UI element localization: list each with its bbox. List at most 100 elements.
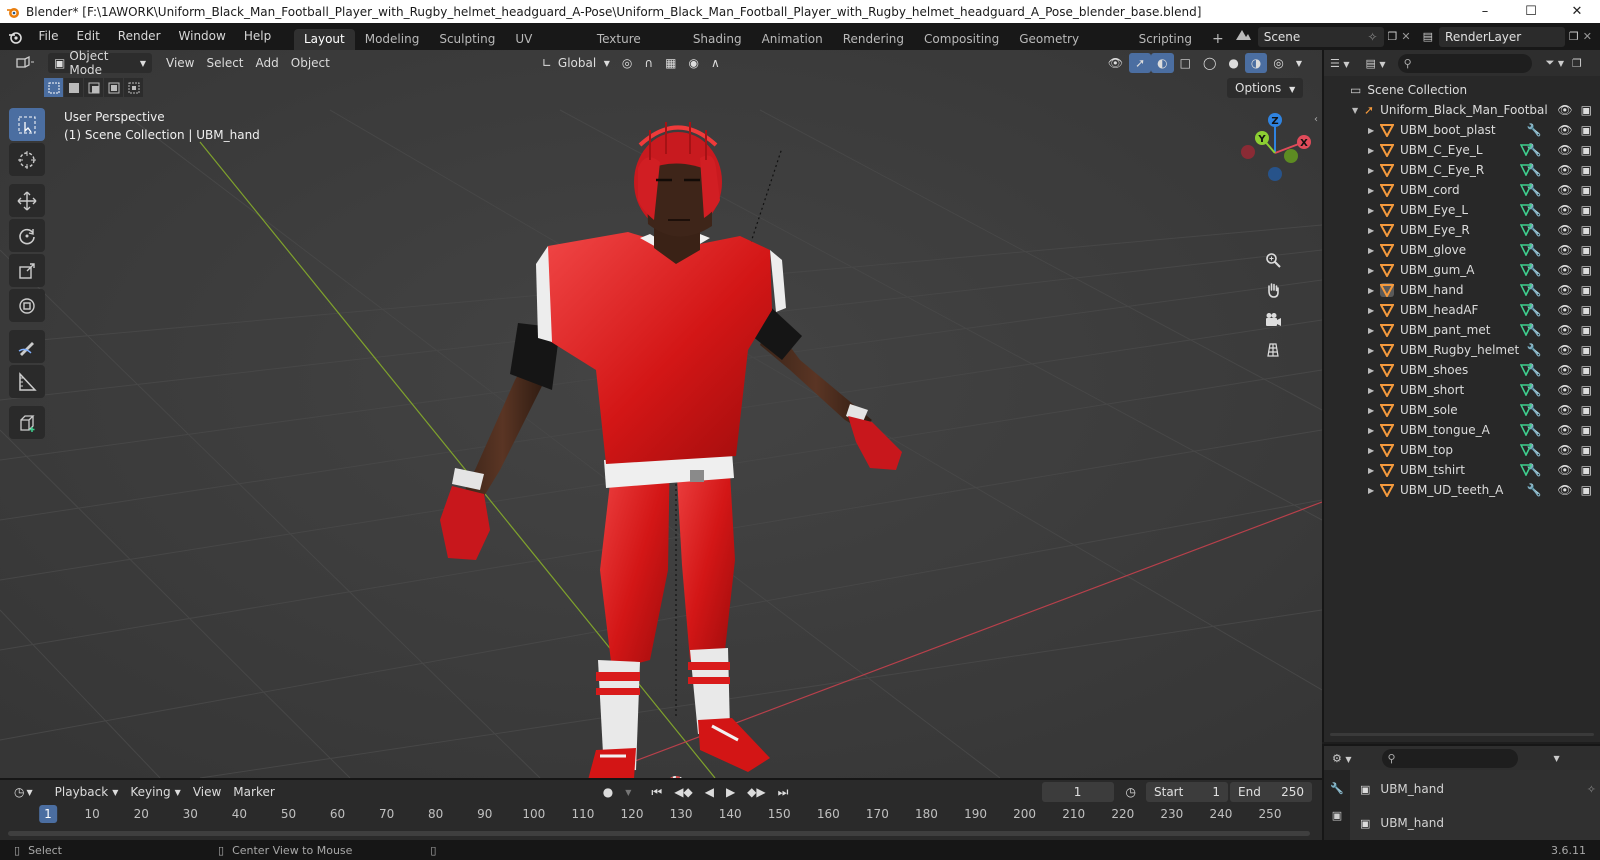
- expand-arrow-icon[interactable]: ▶: [1368, 486, 1380, 495]
- expand-arrow-icon[interactable]: ▶: [1368, 286, 1380, 295]
- mesh-data-icon[interactable]: [1520, 384, 1532, 396]
- select-new-icon[interactable]: [44, 78, 63, 97]
- record-keyframe-icon[interactable]: ●: [597, 782, 619, 802]
- pan-hand-icon[interactable]: [1259, 276, 1287, 304]
- falloff-icon[interactable]: ∧: [705, 53, 726, 73]
- close-button[interactable]: ✕: [1554, 0, 1600, 23]
- blender-menu-icon[interactable]: [0, 29, 29, 45]
- camera-render-icon[interactable]: ▣: [1581, 403, 1592, 417]
- new-collection-icon[interactable]: ❐: [1572, 57, 1582, 70]
- solid-shading-icon[interactable]: ●: [1222, 53, 1244, 73]
- expand-arrow-icon[interactable]: ▶: [1368, 366, 1380, 375]
- camera-render-icon[interactable]: ▣: [1581, 463, 1592, 477]
- mesh-data-icon[interactable]: [1520, 464, 1532, 476]
- eye-icon[interactable]: 👁: [1557, 403, 1572, 417]
- add-workspace-button[interactable]: +: [1202, 29, 1234, 50]
- expand-arrow-icon[interactable]: ▶: [1368, 326, 1380, 335]
- mesh-data-icon[interactable]: [1520, 364, 1532, 376]
- jump-to-start-icon[interactable]: ⏮: [645, 782, 668, 802]
- transform-orientation-dropdown[interactable]: ∟ Global ▼: [536, 53, 616, 73]
- next-keyframe-icon[interactable]: ◆▶: [741, 782, 771, 802]
- camera-render-icon[interactable]: ▣: [1581, 243, 1592, 257]
- outliner-editor-type-icon[interactable]: ☰ ▼: [1330, 57, 1350, 70]
- menu-edit[interactable]: Edit: [68, 23, 109, 50]
- camera-render-icon[interactable]: ▣: [1581, 223, 1592, 237]
- camera-render-icon[interactable]: ▣: [1581, 283, 1592, 297]
- camera-render-icon[interactable]: ▣: [1581, 423, 1592, 437]
- options-dropdown[interactable]: Options ▼: [1227, 78, 1304, 98]
- outliner-object-row[interactable]: ▶ UBM_boot_plast 🔧 👁 ▣: [1324, 120, 1600, 140]
- scene-selector[interactable]: Scene ✧: [1257, 26, 1384, 47]
- expand-arrow-icon[interactable]: ▶: [1368, 266, 1380, 275]
- new-scene-icon[interactable]: ❐: [1388, 30, 1398, 43]
- pin-icon[interactable]: ✧: [1367, 30, 1377, 44]
- camera-render-icon[interactable]: ▣: [1581, 143, 1592, 157]
- tab-rendering[interactable]: Rendering: [833, 29, 914, 50]
- menu-select[interactable]: Select: [200, 53, 249, 73]
- camera-render-icon[interactable]: ▣: [1581, 103, 1592, 117]
- rotate-tool[interactable]: [9, 219, 45, 252]
- camera-render-icon[interactable]: ▣: [1581, 343, 1592, 357]
- end-frame-field[interactable]: End 250: [1230, 782, 1312, 802]
- outliner-object-row[interactable]: ▶ UBM_top 🔧 👁 ▣: [1324, 440, 1600, 460]
- tab-scripting[interactable]: Scripting: [1129, 29, 1202, 50]
- tab-shading[interactable]: Shading: [683, 29, 752, 50]
- expand-arrow-icon[interactable]: ▶: [1368, 426, 1380, 435]
- menu-window[interactable]: Window: [170, 23, 235, 50]
- menu-file[interactable]: File: [29, 23, 67, 50]
- display-mode-icon[interactable]: ▤ ▼: [1366, 57, 1386, 70]
- expand-arrow-icon[interactable]: ▶: [1368, 346, 1380, 355]
- tab-uv-editing[interactable]: UV Editing: [505, 29, 586, 67]
- camera-view-icon[interactable]: [1259, 306, 1287, 334]
- mesh-data-icon[interactable]: [1520, 444, 1532, 456]
- outliner-object-row[interactable]: ▶ UBM_tongue_A 🔧 👁 ▣: [1324, 420, 1600, 440]
- new-view-layer-icon[interactable]: ❐: [1569, 30, 1579, 43]
- perspective-toggle-icon[interactable]: [1259, 336, 1287, 364]
- mesh-data-icon[interactable]: [1520, 144, 1532, 156]
- eye-icon[interactable]: 👁: [1557, 323, 1572, 337]
- expand-arrow-icon[interactable]: ▶: [1368, 186, 1380, 195]
- move-tool[interactable]: [9, 184, 45, 217]
- prev-keyframe-icon[interactable]: ◀◆: [668, 782, 698, 802]
- outliner-object-row[interactable]: ▶ UBM_sole 🔧 👁 ▣: [1324, 400, 1600, 420]
- mesh-data-icon[interactable]: [1520, 204, 1532, 216]
- expand-arrow-icon[interactable]: ▶: [1368, 406, 1380, 415]
- xray-toggle-icon[interactable]: □: [1174, 53, 1197, 73]
- eye-icon[interactable]: 👁: [1557, 423, 1572, 437]
- play-reverse-icon[interactable]: ◀: [699, 782, 720, 802]
- eye-icon[interactable]: 👁: [1557, 343, 1572, 357]
- outliner-object-row[interactable]: ▶ UBM_short 🔧 👁 ▣: [1324, 380, 1600, 400]
- outliner-object-row[interactable]: ▶ UBM_Eye_L 🔧 👁 ▣: [1324, 200, 1600, 220]
- expand-arrow-icon[interactable]: ▶: [1368, 166, 1380, 175]
- current-frame-field[interactable]: 1: [1041, 782, 1114, 802]
- tab-sculpting[interactable]: Sculpting: [429, 29, 505, 50]
- tab-layout[interactable]: Layout: [293, 29, 355, 50]
- outliner-object-row[interactable]: ▶ UBM_Eye_R 🔧 👁 ▣: [1324, 220, 1600, 240]
- eye-icon[interactable]: 👁: [1557, 183, 1572, 197]
- jump-to-end-icon[interactable]: ⏭: [772, 782, 795, 802]
- view-layer-icon[interactable]: ▤: [1423, 30, 1433, 43]
- mesh-data-icon[interactable]: [1520, 324, 1532, 336]
- outliner-object-row[interactable]: ▶ UBM_UD_teeth_A 🔧 👁 ▣: [1324, 480, 1600, 500]
- eye-icon[interactable]: 👁: [1557, 123, 1572, 137]
- outliner-object-row[interactable]: ▶ UBM_C_Eye_L 🔧 👁 ▣: [1324, 140, 1600, 160]
- mesh-data-icon[interactable]: [1520, 164, 1532, 176]
- properties-options-icon[interactable]: ▼: [1554, 754, 1560, 763]
- pin-icon[interactable]: ✧: [1587, 783, 1596, 796]
- properties-editor-type-icon[interactable]: ⚙ ▼: [1332, 752, 1352, 765]
- select-invert-icon[interactable]: [104, 78, 123, 97]
- filter-icon[interactable]: ⏷ ▼: [1546, 56, 1564, 70]
- navigation-gizmo[interactable]: Z X Y: [1230, 108, 1320, 198]
- collection-row[interactable]: ▼ ➚ Uniform_Black_Man_Footbal 👁 ▣: [1324, 100, 1600, 120]
- eye-icon[interactable]: 👁: [1557, 163, 1572, 177]
- minimize-button[interactable]: –: [1462, 0, 1508, 23]
- sidebar-toggle-icon[interactable]: ‹: [1314, 114, 1318, 125]
- tab-texture-paint[interactable]: Texture Paint: [587, 29, 683, 67]
- cursor-tool[interactable]: [9, 143, 45, 176]
- annotate-tool[interactable]: [9, 330, 45, 363]
- select-extend-icon[interactable]: [64, 78, 83, 97]
- preview-range-clock-icon[interactable]: ◷: [1120, 782, 1142, 802]
- camera-render-icon[interactable]: ▣: [1581, 363, 1592, 377]
- zoom-icon[interactable]: [1259, 246, 1287, 274]
- object-mode-dropdown[interactable]: ▣ Object Mode ▼: [48, 50, 152, 77]
